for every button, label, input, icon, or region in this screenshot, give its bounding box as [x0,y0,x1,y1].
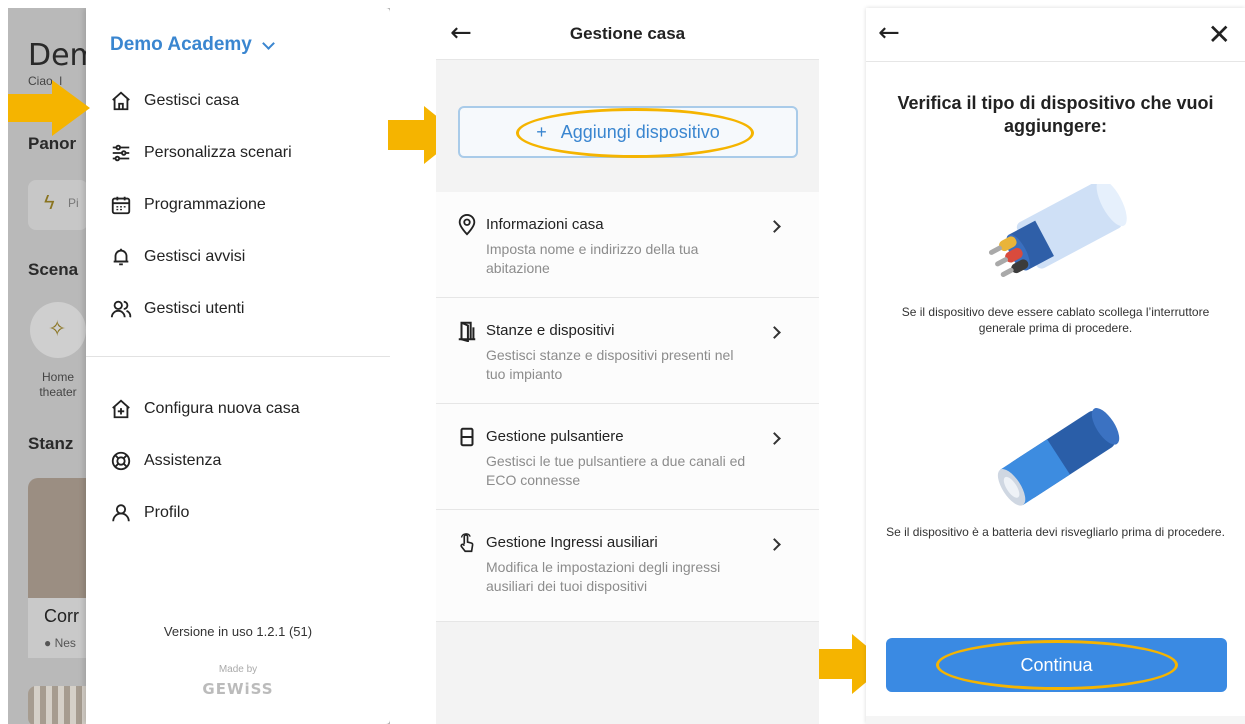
menu-item-configura-nuova-casa[interactable]: Configura nuova casa [110,398,300,420]
chevron-right-icon [768,538,781,551]
made-by-label: Made by [218,664,258,675]
list-item-description: Modifica le impostazioni degli ingressi … [486,559,721,594]
back-arrow-icon[interactable]: ← [878,20,900,46]
menu-item-profilo[interactable]: Profilo [110,502,189,524]
menu-item-assistenza[interactable]: Assistenza [110,450,221,472]
brand-logo: GEWiSS [202,680,274,698]
top-bar: ← ✕ [866,8,1245,62]
home-name: Demo Academy [110,34,252,55]
menu-item-gestisci-utenti[interactable]: Gestisci utenti [110,298,244,320]
lifebuoy-icon [111,451,131,471]
calendar-icon [111,196,131,215]
magic-wand-icon: ✧ [48,316,67,341]
new-home-icon [112,399,130,419]
menu-item-label: Gestisci avvisi [144,248,246,265]
room-status: ● Nes [44,636,76,650]
chevron-right-icon [768,432,781,445]
plus-icon: + [536,121,547,142]
touch-icon [460,533,474,553]
continue-button[interactable]: Continua [886,638,1227,692]
chevron-right-icon [768,326,781,339]
room-name: Corr [44,606,79,626]
menu-item-label: Gestisci utenti [144,300,245,317]
list-item-description: Gestisci le tue pulsantiere a due canali… [486,453,746,488]
continue-label: Continua [1020,654,1093,675]
add-device-button[interactable]: + Aggiungi dispositivo [458,106,798,158]
settings-list: Informazioni casa Imposta nome e indiriz… [436,192,819,622]
sliders-icon [112,144,130,162]
menu-item-personalizza-scenari[interactable]: Personalizza scenari [110,142,292,164]
list-item-description: Imposta nome e indirizzo della tua abita… [486,241,699,276]
list-item-stanze-dispositivi[interactable]: Stanze e dispositivi Gestisci stanze e d… [436,298,819,404]
battery-illustration [997,408,1120,506]
background-section-overview: Panor [28,134,77,153]
verifica-dispositivo-screen: ← ✕ Verifica il tipo di dispositivo che … [866,8,1245,724]
background-section-rooms: Stanz [28,434,74,453]
background-section-scenes: Scena [28,260,79,279]
menu-item-label: Gestisci casa [144,92,240,109]
menu-item-label: Configura nuova casa [144,400,300,417]
menu-divider [86,356,390,357]
location-pin-icon [458,214,476,236]
chevron-down-icon [261,36,275,50]
menu-item-gestisci-casa[interactable]: Gestisci casa [110,90,239,112]
scene-label: Home theater [39,370,77,399]
list-item-title: Gestione pulsantiere [486,428,624,445]
gestione-casa-screen: ← Gestione casa + Aggiungi dispositivo I… [436,8,819,724]
bolt-icon: ϟ [44,192,55,214]
list-item-informazioni-casa[interactable]: Informazioni casa Imposta nome e indiriz… [436,192,819,298]
app-version: Versione in uso 1.2.1 (51) [163,624,313,639]
list-item-title: Informazioni casa [486,216,604,233]
page-title: Gestione casa [569,24,686,43]
door-icon [458,321,476,342]
add-device-label: Aggiungi dispositivo [560,121,720,142]
bell-icon [113,248,129,266]
menu-item-label: Profilo [144,504,190,521]
users-icon [110,300,132,318]
top-bar: ← Gestione casa [436,8,819,60]
battery-device-text: Se il dispositivo è a batteria devi risv… [886,525,1225,539]
user-icon [112,504,130,522]
bottom-edge [866,716,1245,724]
chevron-right-icon [768,220,781,233]
switch-panel-icon [460,427,474,447]
menu-item-label: Programmazione [144,196,266,213]
list-item-ingressi-ausiliari[interactable]: Gestione Ingressi ausiliari Modifica le … [436,510,819,622]
menu-item-programmazione[interactable]: Programmazione [110,194,266,216]
list-item-title: Stanze e dispositivi [486,322,615,339]
menu-item-gestisci-avvisi[interactable]: Gestisci avvisi [110,246,245,268]
background-chip [28,180,88,230]
pointer-arrow-icon [8,80,90,136]
menu-item-label: Personalizza scenari [144,144,292,161]
side-drawer: Demo Academy Gestisci casa Personalizza … [86,8,390,724]
list-item-gestione-pulsantiere[interactable]: Gestione pulsantiere Gestisci le tue pul… [436,404,819,510]
background-chip-label: Pi [68,196,79,210]
wired-device-text: Se il dispositivo deve essere cablato sc… [901,305,1210,335]
cable-illustration [988,184,1127,277]
home-selector[interactable]: Demo Academy [110,34,275,56]
close-icon[interactable]: ✕ [1208,18,1231,51]
home-icon [112,91,130,111]
question-heading: Verifica il tipo di dispositivo che vuoi… [897,93,1214,136]
menu-item-label: Assistenza [144,452,222,469]
list-item-title: Gestione Ingressi ausiliari [486,534,658,551]
list-item-description: Gestisci stanze e dispositivi presenti n… [486,347,734,382]
